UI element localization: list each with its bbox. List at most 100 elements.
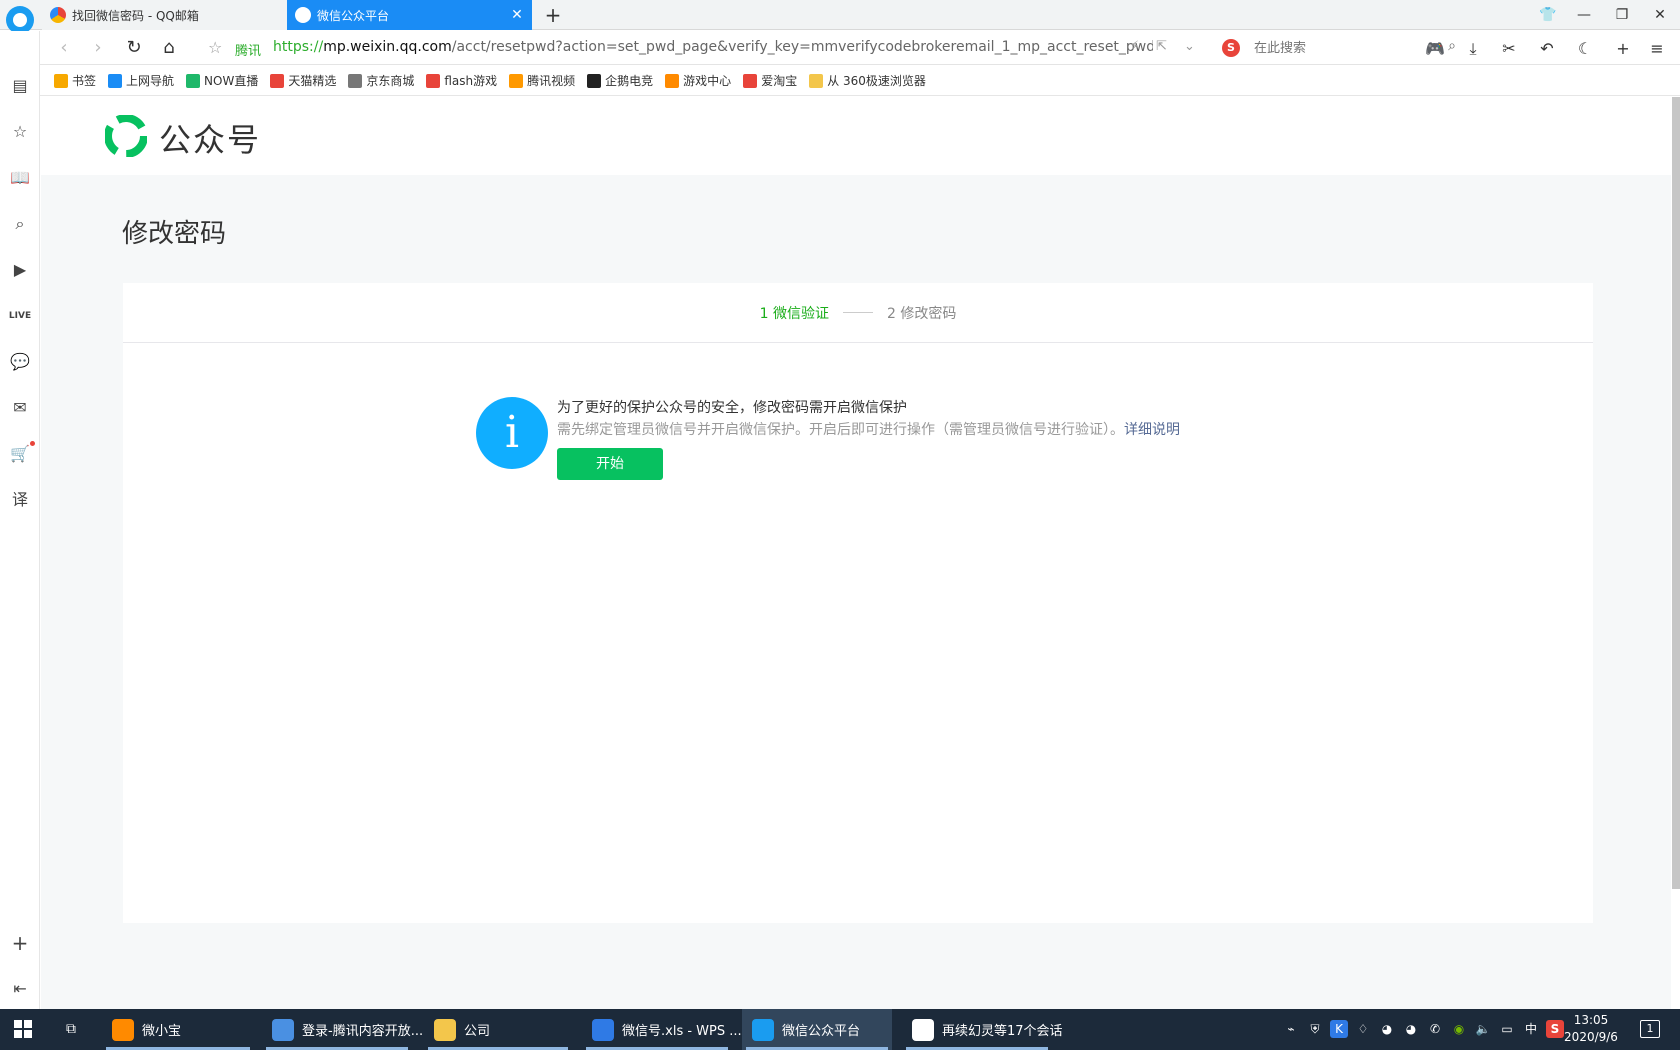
translate-icon[interactable]: 译: [8, 488, 32, 512]
new-tab-button[interactable]: +: [542, 4, 564, 26]
restore-button[interactable]: ❐: [1604, 0, 1640, 30]
live-icon[interactable]: LIVE: [8, 304, 32, 328]
tray-volume-icon[interactable]: 🔈: [1474, 1020, 1492, 1038]
bookmark-item[interactable]: 天猫精选: [270, 72, 336, 89]
mp-brand-name[interactable]: 公众号: [159, 115, 261, 161]
bookmark-favicon-icon: [270, 73, 285, 88]
clock-time: 13:05: [1573, 1013, 1609, 1027]
taskbar-app-button[interactable]: 微小宝: [102, 1009, 254, 1050]
menu-icon[interactable]: ≡: [1644, 37, 1670, 61]
home-button[interactable]: ⌂: [157, 36, 181, 60]
windows-start-icon[interactable]: [14, 1020, 32, 1038]
address-input[interactable]: https://mp.weixin.qq.com/acct/resetpwd?a…: [273, 39, 1153, 55]
scissors-icon[interactable]: ✂: [1496, 37, 1522, 61]
download-icon[interactable]: ⤓: [1460, 37, 1486, 61]
back-button[interactable]: ‹: [52, 36, 76, 60]
navigation-bar: ‹ › ↻ ⌂ ☆ 腾讯 https://mp.weixin.qq.com/ac…: [40, 31, 1680, 65]
left-sidebar: ▤ ☆ 📖 ⌕ ▶ LIVE 💬 ✉ 🛒 译 + ⇤: [0, 31, 40, 1009]
bookmark-star-icon: [54, 73, 68, 88]
skin-icon[interactable]: 👕: [1530, 0, 1566, 30]
step-wechat-verify: 1 微信验证: [759, 305, 829, 322]
page-scrollbar[interactable]: [1672, 97, 1680, 889]
tray-qq-icon[interactable]: ◕: [1378, 1020, 1396, 1038]
close-tab-icon[interactable]: ✕: [508, 6, 526, 24]
taskbar-app-button[interactable]: 公司: [424, 1009, 572, 1050]
search-input[interactable]: [1254, 37, 1414, 59]
bookmark-item[interactable]: 爱淘宝: [743, 72, 797, 89]
taskbar-app-button[interactable]: 微信号.xls - WPS ...: [582, 1009, 742, 1050]
cart-badge-dot: [30, 441, 35, 446]
taskbar-app-icon: [272, 1018, 294, 1041]
protection-message-desc: 需先绑定管理员微信号并开启微信保护。开启后即可进行操作（需管理员微信号进行验证）…: [557, 419, 1180, 439]
bookmark-label: NOW直播: [204, 74, 259, 88]
search-icon[interactable]: ⌕: [8, 212, 32, 236]
start-button[interactable]: 开始: [557, 448, 663, 480]
tray-display-icon[interactable]: ▭: [1498, 1020, 1516, 1038]
taskbar-app-button[interactable]: 登录-腾讯内容开放...: [262, 1009, 423, 1050]
close-window-button[interactable]: ✕: [1642, 0, 1678, 30]
bookmark-label: flash游戏: [444, 74, 498, 88]
browser-logo-icon[interactable]: [6, 6, 34, 34]
add-sidebar-icon[interactable]: +: [8, 931, 32, 955]
cart-icon[interactable]: 🛒: [8, 442, 32, 466]
book-icon[interactable]: 📖: [8, 166, 32, 190]
taskbar-app-label: 公司: [464, 1024, 491, 1039]
taskbar-app-button[interactable]: 再续幻灵等17个会话: [902, 1009, 1063, 1050]
bookmark-item[interactable]: 从 360极速浏览器: [809, 72, 926, 89]
undo-icon[interactable]: ↶: [1534, 37, 1560, 61]
video-icon[interactable]: ▶: [8, 258, 32, 282]
bookmark-item[interactable]: 企鹅电竞: [587, 72, 653, 89]
tray-k-icon[interactable]: K: [1330, 1020, 1348, 1038]
taskbar-app-label: 登录-腾讯内容开放...: [302, 1024, 424, 1039]
steps-indicator: 1 微信验证 2 修改密码: [123, 283, 1593, 343]
tab-wechat-mp[interactable]: 微信公众平台 ✕: [287, 0, 532, 30]
tray-wechat-icon[interactable]: ✆: [1426, 1020, 1444, 1038]
bookmark-item[interactable]: 腾讯视频: [509, 72, 575, 89]
star-icon[interactable]: ☆: [8, 120, 32, 144]
tray-qq2-icon[interactable]: ◕: [1402, 1020, 1420, 1038]
search-engine-icon[interactable]: S: [1222, 39, 1240, 57]
refresh-button[interactable]: ↻: [122, 36, 146, 60]
bookmark-item[interactable]: 上网导航: [108, 72, 174, 89]
task-view-icon[interactable]: ⧉: [62, 1020, 80, 1038]
collapse-sidebar-icon[interactable]: ⇤: [8, 977, 32, 1001]
bookmark-item[interactable]: flash游戏: [426, 72, 497, 89]
favorite-star-icon[interactable]: ☆: [208, 38, 222, 57]
tray-shield-icon[interactable]: ⛨: [1306, 1020, 1324, 1038]
wechat-mp-logo-icon[interactable]: [105, 115, 147, 157]
tray-network-icon[interactable]: ⌁: [1282, 1020, 1300, 1038]
add-icon[interactable]: +: [1610, 37, 1636, 61]
bookmark-item[interactable]: 游戏中心: [665, 72, 731, 89]
bookmark-label: 腾讯视频: [527, 74, 576, 88]
forward-button[interactable]: ›: [86, 36, 110, 60]
tab-qq-mail[interactable]: 找回微信密码 - QQ邮箱: [42, 0, 287, 30]
taskbar-app-icon: [752, 1018, 774, 1041]
site-brand-label: 腾讯: [235, 44, 262, 59]
taskbar-app-label: 微小宝: [142, 1024, 182, 1039]
tab-label: 找回微信密码 - QQ邮箱: [72, 8, 199, 23]
details-link[interactable]: 详细说明: [1124, 422, 1180, 438]
tray-security-icon[interactable]: ♢: [1354, 1020, 1372, 1038]
night-mode-icon[interactable]: ☾: [1572, 37, 1598, 61]
taskbar-app-button[interactable]: 微信公众平台: [742, 1009, 892, 1050]
game-controller-icon[interactable]: 🎮: [1422, 37, 1448, 61]
protection-message-title: 为了更好的保护公众号的安全，修改密码需开启微信保护: [557, 400, 907, 416]
taskbar-clock[interactable]: 13:05 2020/9/6: [1556, 1012, 1626, 1046]
chat-icon[interactable]: 💬: [8, 350, 32, 374]
search-icon[interactable]: ⌕: [1448, 38, 1456, 54]
bookmark-favicon-icon: [809, 73, 824, 88]
lightning-icon[interactable]: ⚡: [1130, 39, 1139, 54]
chevron-down-icon[interactable]: ⌄: [1184, 39, 1195, 54]
ime-indicator[interactable]: 中: [1522, 1020, 1540, 1038]
bookmark-label: 企鹅电竞: [605, 74, 654, 88]
url-scheme: https://: [273, 39, 324, 55]
minimize-button[interactable]: —: [1566, 0, 1602, 30]
news-icon[interactable]: ▤: [8, 74, 32, 98]
bookmark-item[interactable]: NOW直播: [186, 72, 258, 89]
mailbox-icon[interactable]: ✉: [8, 396, 32, 420]
bookmark-item[interactable]: 书签: [54, 72, 96, 89]
bookmark-item[interactable]: 京东商城: [348, 72, 414, 89]
share-icon[interactable]: ⇱: [1156, 39, 1167, 54]
tray-nvidia-icon[interactable]: ◉: [1450, 1020, 1468, 1038]
notification-center-icon[interactable]: 1: [1640, 1020, 1660, 1038]
